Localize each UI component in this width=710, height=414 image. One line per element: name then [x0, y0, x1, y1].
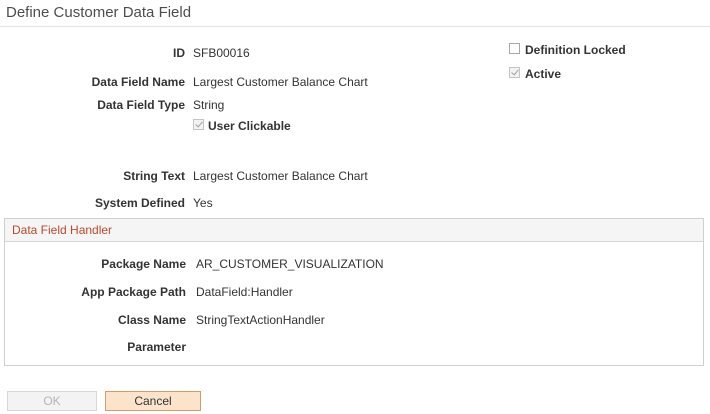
class-name-label: Class Name	[117, 313, 186, 327]
string-text-value: Largest Customer Balance Chart	[193, 169, 368, 183]
system-defined-value: Yes	[193, 196, 213, 210]
app-package-path-label: App Package Path	[81, 285, 186, 299]
package-name-value: AR_CUSTOMER_VISUALIZATION	[196, 257, 384, 271]
system-defined-label: System Defined	[94, 196, 185, 210]
id-value: SFB00016	[193, 46, 250, 60]
group-header: Data Field Handler	[5, 219, 703, 242]
data-field-name-label: Data Field Name	[91, 75, 185, 89]
user-clickable-checkbox[interactable]	[193, 119, 204, 130]
data-field-handler-group: Data Field Handler Package Name AR_CUSTO…	[4, 218, 704, 366]
group-title: Data Field Handler	[12, 223, 113, 237]
id-label: ID	[173, 46, 185, 60]
parameter-label: Parameter	[127, 340, 186, 354]
app-package-path-value: DataField:Handler	[196, 285, 293, 299]
title-divider	[0, 26, 710, 27]
cancel-button[interactable]: Cancel	[105, 391, 201, 411]
ok-button[interactable]: OK	[7, 391, 97, 411]
definition-locked-label: Definition Locked	[525, 43, 626, 57]
data-field-type-label: Data Field Type	[97, 98, 185, 112]
user-clickable-label: User Clickable	[208, 119, 291, 133]
data-field-type-value: String	[193, 98, 225, 112]
class-name-value: StringTextActionHandler	[196, 313, 325, 327]
package-name-label: Package Name	[101, 257, 186, 271]
definition-locked-checkbox[interactable]	[509, 43, 520, 54]
page-title: Define Customer Data Field	[6, 4, 192, 21]
string-text-label: String Text	[123, 169, 185, 183]
active-label: Active	[525, 67, 562, 81]
data-field-name-value: Largest Customer Balance Chart	[193, 75, 368, 89]
active-checkbox[interactable]	[509, 67, 520, 78]
